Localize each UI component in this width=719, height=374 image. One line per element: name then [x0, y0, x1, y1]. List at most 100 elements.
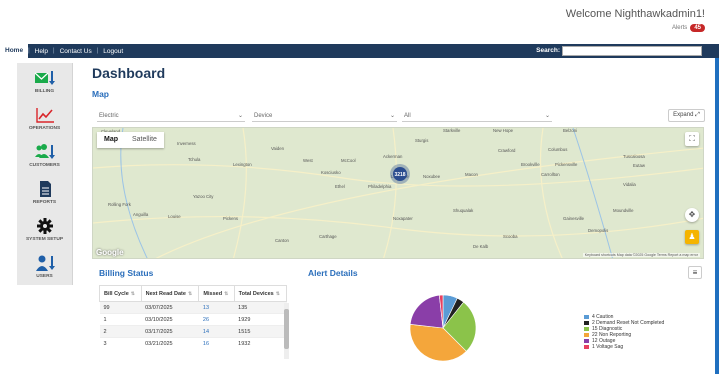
map-canvas: ClevelandIndianolaInvernessVaidenSturgis… [93, 128, 703, 258]
map-place-label: Macon [465, 172, 479, 177]
cell-next-read-date: 03/10/2025 [141, 313, 199, 326]
sidebar-label-system-setup: SYSTEM SETUP [25, 237, 64, 242]
sidebar-label-billing: BILLING [34, 89, 55, 94]
scrollbar-thumb[interactable] [284, 309, 289, 349]
cell-missed-link[interactable]: 13 [198, 301, 235, 314]
gear-icon [36, 218, 53, 234]
cell-next-read-date: 03/17/2025 [141, 325, 199, 338]
map-place-label: Yazoo City [193, 194, 214, 199]
map-place-label: Tuscaloosa [623, 154, 645, 159]
billing-status-heading: Billing Status [99, 268, 154, 278]
map-place-label: McCool [341, 158, 356, 163]
alerts-count-badge[interactable]: 45 [690, 24, 705, 32]
welcome-message: Welcome Nighthawkadmin1! [565, 8, 705, 20]
map-place-label: Pickens [223, 216, 238, 221]
cell-missed-link[interactable]: 26 [198, 313, 235, 326]
table-header-row: Bill Cycle ⇅ Next Read Date ⇅ Missed ⇅ Tota… [99, 285, 288, 302]
map-view[interactable]: ClevelandIndianolaInvernessVaidenSturgis… [92, 127, 704, 259]
tab-satellite[interactable]: Satellite [125, 132, 164, 148]
legend-label: 1 Voltage Sag [592, 344, 624, 350]
fullscreen-icon[interactable]: ⛶ [685, 132, 699, 146]
filter-status-select[interactable]: All ⌄ [402, 110, 552, 122]
legend-swatch [584, 345, 589, 349]
alert-pie-chart [409, 294, 477, 362]
google-logo: Google [96, 248, 124, 257]
map-place-label: Ethel [335, 184, 345, 189]
sidebar-item-customers[interactable]: CUSTOMERS [17, 137, 72, 174]
table-row: 3 03/21/2025 16 1932 [99, 337, 287, 350]
map-place-label: Anguilla [133, 212, 149, 217]
map-roads [93, 128, 703, 258]
map-pan-control-icon[interactable]: ✥ [685, 208, 699, 222]
legend-swatch [584, 333, 589, 337]
nav-home[interactable]: Home [0, 44, 29, 58]
map-section-heading: Map [92, 89, 109, 99]
column-header-missed[interactable]: Missed ⇅ [198, 285, 235, 302]
map-place-labels: ClevelandIndianolaInvernessVaidenSturgis… [101, 128, 646, 249]
column-header-next-read-date[interactable]: Next Read Date ⇅ [140, 285, 200, 302]
street-view-pegman-icon[interactable]: ♟ [685, 230, 699, 244]
main-navbar: Home | Help | Contact Us | Logout Search… [0, 44, 719, 58]
column-header-bill-cycle[interactable]: Bill Cycle ⇅ [99, 285, 142, 302]
filter-status-value: All [404, 113, 411, 119]
sidebar-label-operations: OPERATIONS [28, 126, 61, 131]
users-icon [35, 255, 55, 271]
map-attribution[interactable]: Keyboard shortcuts Map data ©2025 Google… [582, 253, 700, 257]
filter-commodity-select[interactable]: Electric ⌄ [97, 110, 245, 122]
filter-commodity-value: Electric [99, 113, 119, 119]
cell-total-devices: 1515 [234, 325, 287, 338]
tab-map[interactable]: Map [97, 132, 125, 148]
billing-icon [34, 71, 55, 85]
column-header-label: Bill Cycle [104, 290, 129, 297]
filter-device-select[interactable]: Device ⌄ [252, 110, 397, 122]
column-header-label: Missed [203, 290, 223, 297]
map-place-label: Belzoni [563, 128, 577, 133]
cell-total-devices: 1929 [234, 313, 287, 326]
cell-missed-link[interactable]: 14 [198, 325, 235, 338]
cell-bill-cycle: 3 [99, 337, 142, 350]
cell-total-devices: 1932 [234, 337, 287, 350]
map-place-label: Brookville [521, 162, 540, 167]
nav-logout[interactable]: Logout [98, 48, 128, 55]
filter-device-value: Device [254, 113, 273, 119]
chevron-down-icon: ⌄ [389, 113, 395, 119]
alerts-indicator[interactable]: Alerts 45 [672, 24, 705, 32]
map-place-label: Vidalia [623, 182, 636, 187]
map-place-label: Kosciusko [321, 170, 341, 175]
cell-total-devices: 135 [234, 301, 287, 314]
sidebar-item-billing[interactable]: BILLING [17, 63, 72, 100]
nav-contact-us[interactable]: Contact Us [55, 48, 97, 55]
sidebar-item-operations[interactable]: OPERATIONS [17, 100, 72, 137]
table-scrollbar[interactable] [284, 303, 289, 359]
legend-item[interactable]: 1 Voltage Sag [584, 344, 664, 350]
map-place-label: Demopolis [588, 228, 608, 233]
map-place-label: Moundville [613, 208, 634, 213]
customers-icon [34, 144, 55, 159]
table-row: 1 03/10/2025 26 1929 [99, 313, 287, 326]
map-place-label: Rolling Fork [108, 202, 132, 207]
document-icon [39, 181, 51, 197]
map-place-label: Eutaw [633, 163, 646, 168]
nav-help[interactable]: Help [30, 48, 53, 55]
sidebar-item-system-setup[interactable]: SYSTEM SETUP [17, 211, 72, 248]
search-label: Search: [536, 47, 560, 54]
cluster-count: 3218 [394, 172, 405, 178]
expand-map-button[interactable]: Expand ⤢ [668, 109, 705, 122]
sort-icon: ⇅ [275, 290, 280, 297]
cell-missed-link[interactable]: 16 [198, 337, 235, 350]
column-header-total-devices[interactable]: Total Devices ⇅ [233, 285, 288, 302]
sidebar-label-customers: CUSTOMERS [29, 163, 60, 168]
sidebar-item-users[interactable]: USERS [17, 248, 72, 285]
map-cluster-marker[interactable]: 3218 [390, 164, 410, 184]
top-header: Welcome Nighthawkadmin1! Alerts 45 [0, 0, 719, 42]
map-place-label: New Hope [493, 128, 514, 133]
hamburger-icon[interactable]: ≡ [688, 266, 702, 279]
pie-slice-outage[interactable] [409, 294, 444, 329]
sidebar-item-reports[interactable]: REPORTS [17, 174, 72, 211]
column-header-label: Next Read Date [145, 290, 186, 297]
cell-next-read-date: 03/07/2025 [141, 301, 199, 314]
legend-swatch [584, 327, 589, 331]
search-input[interactable] [562, 46, 702, 56]
expand-label: Expand [673, 112, 694, 118]
map-place-label: Inverness [177, 141, 196, 146]
